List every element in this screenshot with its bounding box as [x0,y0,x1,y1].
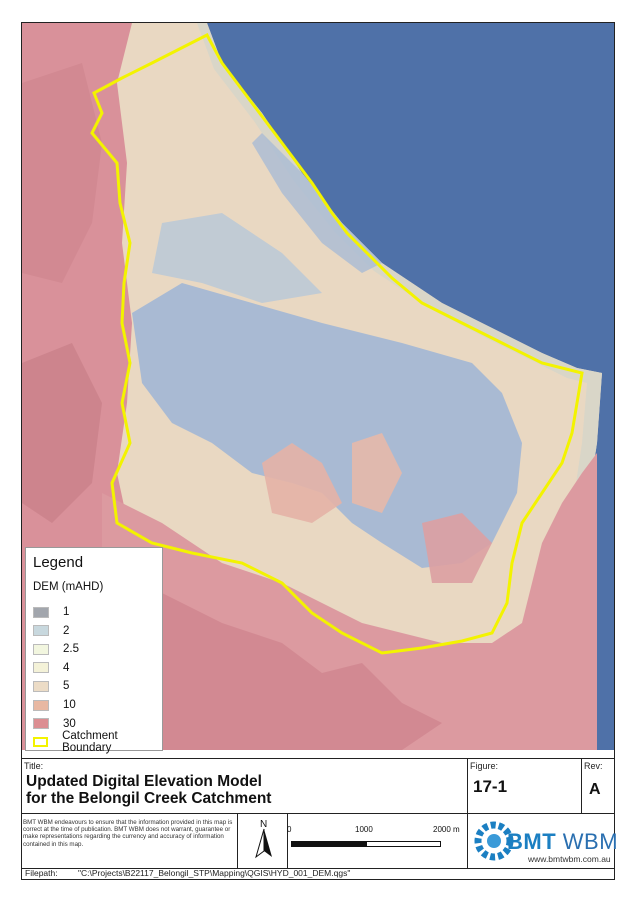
scale-bar-black [291,841,366,847]
disclaimer: BMT WBM endeavours to ensure that the in… [23,819,233,848]
scale-label-0: 0 [287,825,292,834]
legend-label: 2 [63,624,70,637]
scale-bar: 0 1000 2000 m [287,813,467,868]
legend-item-boundary: Catchment Boundary [33,730,162,754]
legend-swatch [33,625,49,637]
legend-item: 10 [33,698,76,712]
map-legend: Legend DEM (mAHD) 1 2 2.5 4 5 10 30 Catchment B… [25,547,163,754]
scale-label-1000: 1000 [355,825,373,834]
filepath-value: "C:\Projects\B22117_Belongil_STP\Mapping… [77,868,351,878]
legend-label: 1 [63,606,70,618]
legend-swatch [33,718,49,730]
legend-swatch [33,699,49,711]
divider [237,813,238,868]
north-arrow-icon [255,828,272,859]
boundary-swatch [33,737,49,748]
legend-item: 30 [33,717,76,731]
legend-label: 30 [63,717,76,730]
figure-number: 17-1 [473,777,508,796]
website-link[interactable]: www.bmtwbm.com.au [528,854,611,864]
legend-swatch [33,680,49,692]
legend-label: 4 [63,661,70,674]
legend-label: 10 [63,699,76,711]
legend-label: 5 [63,680,70,693]
scale-bar-white [366,841,441,847]
divider [581,759,582,813]
legend-item: 1 [33,605,69,619]
logo-wbm: WBM [562,829,619,854]
legend-label: 2.5 [63,643,79,656]
title-line-2: for the Belongil Creek Catchment [26,790,272,807]
title-block: Title: Updated Digital Elevation Model f… [22,758,614,880]
legend-subtitle: DEM (mAHD) [33,581,104,593]
legend-label: Catchment Boundary [62,730,118,755]
legend-item: 2.5 [33,642,79,656]
bmt-wbm-logo: BMT WBM [507,829,618,855]
rev-value: A [589,781,601,798]
legend-swatch [33,606,49,618]
legend-item: 2 [33,624,69,638]
legend-item: 5 [33,679,69,693]
legend-swatch [33,662,49,674]
north-arrow: N [246,819,286,863]
divider [467,759,468,868]
title-label: Title: [24,761,44,771]
filepath-label: Filepath: [25,868,58,878]
legend-swatch [33,643,49,655]
legend-title: Legend [33,554,84,571]
figure-label: Figure: [470,761,499,771]
filepath: Filepath: "C:\Projects\B22117_Belongil_S… [25,868,350,878]
rev-label: Rev: [584,761,603,771]
logo-bmt: BMT [507,829,557,854]
map-title: Updated Digital Elevation Model for the … [26,773,446,807]
scale-label-2000: 2000 m [433,825,460,834]
legend-item: 4 [33,661,69,675]
title-line-1: Updated Digital Elevation Model [26,773,262,790]
